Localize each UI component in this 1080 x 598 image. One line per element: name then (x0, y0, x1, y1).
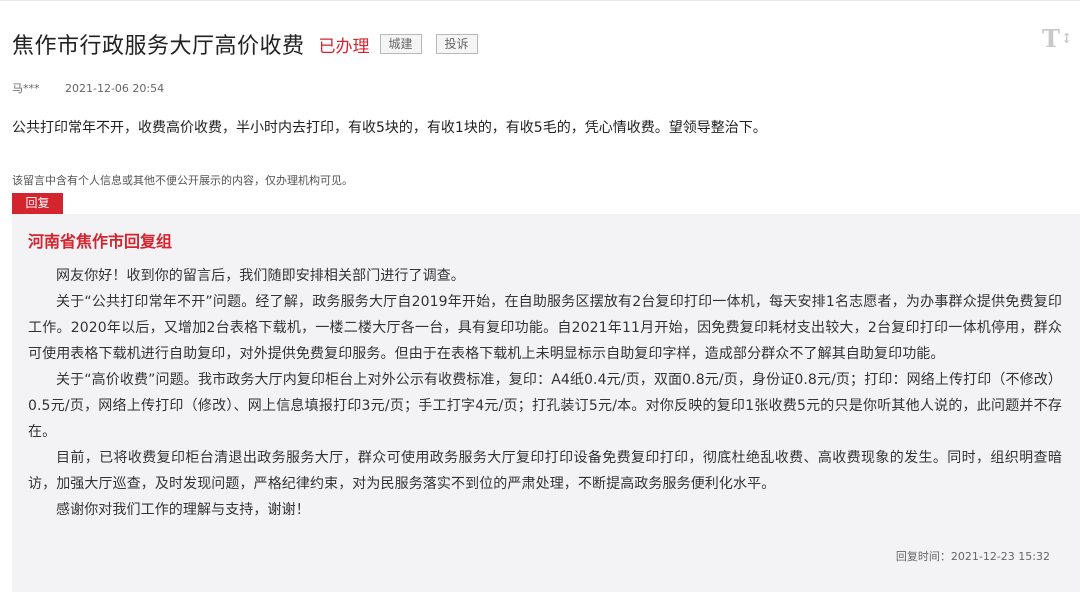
message-content: 公共打印常年不开，收费高价收费，半小时内去打印，有收5块的，有收1块的，有收5毛… (12, 120, 767, 136)
reply-panel: 河南省焦作市回复组 网友你好！收到你的留言后，我们随即安排相关部门进行了调查。 … (12, 214, 1080, 592)
page-title: 焦作市行政服务大厅高价收费 (12, 34, 305, 59)
status-badge: 已办理 (318, 36, 370, 57)
title-row: 焦作市行政服务大厅高价收费 已办理 城建 投诉 (12, 28, 478, 60)
type-tag[interactable]: 投诉 (435, 34, 478, 54)
reply-paragraph: 关于“高价收费”问题。我市政务大厅内复印柜台上对外公示有收费标准，复印：A4纸0… (28, 372, 1062, 440)
top-divider (0, 0, 1080, 1)
reply-body: 网友你好！收到你的留言后，我们随即安排相关部门进行了调查。 关于“公共打印常年不… (28, 263, 1062, 523)
reply-paragraph: 目前，已将收费复印柜台清退出政务服务大厅，群众可使用政务服务大厅复印打印设备免费… (28, 450, 1062, 492)
reply-tab[interactable]: 回复 (12, 193, 63, 214)
reply-org-name: 河南省焦作市回复组 (28, 232, 173, 251)
privacy-note: 该留言中含有个人信息或其他不便公开展示的内容，仅办理机构可见。 (12, 174, 353, 187)
message-meta: 马*** 2021-12-06 20:54 (12, 80, 164, 96)
post-time: 2021-12-06 20:54 (65, 82, 165, 95)
reply-time: 回复时间：2021-12-23 15:32 (895, 550, 1050, 563)
reply-paragraph: 关于“公共打印常年不开”问题。经了解，政务服务大厅自2019年开始，在自助服务区… (28, 294, 1062, 362)
author-name: 马*** (12, 82, 40, 95)
reply-paragraph: 网友你好！收到你的留言后，我们随即安排相关部门进行了调查。 (56, 268, 465, 284)
font-size-icon[interactable]: T↕ (1042, 26, 1073, 52)
category-tag[interactable]: 城建 (379, 34, 422, 54)
reply-paragraph: 感谢你对我们工作的理解与支持，谢谢！ (56, 502, 310, 518)
